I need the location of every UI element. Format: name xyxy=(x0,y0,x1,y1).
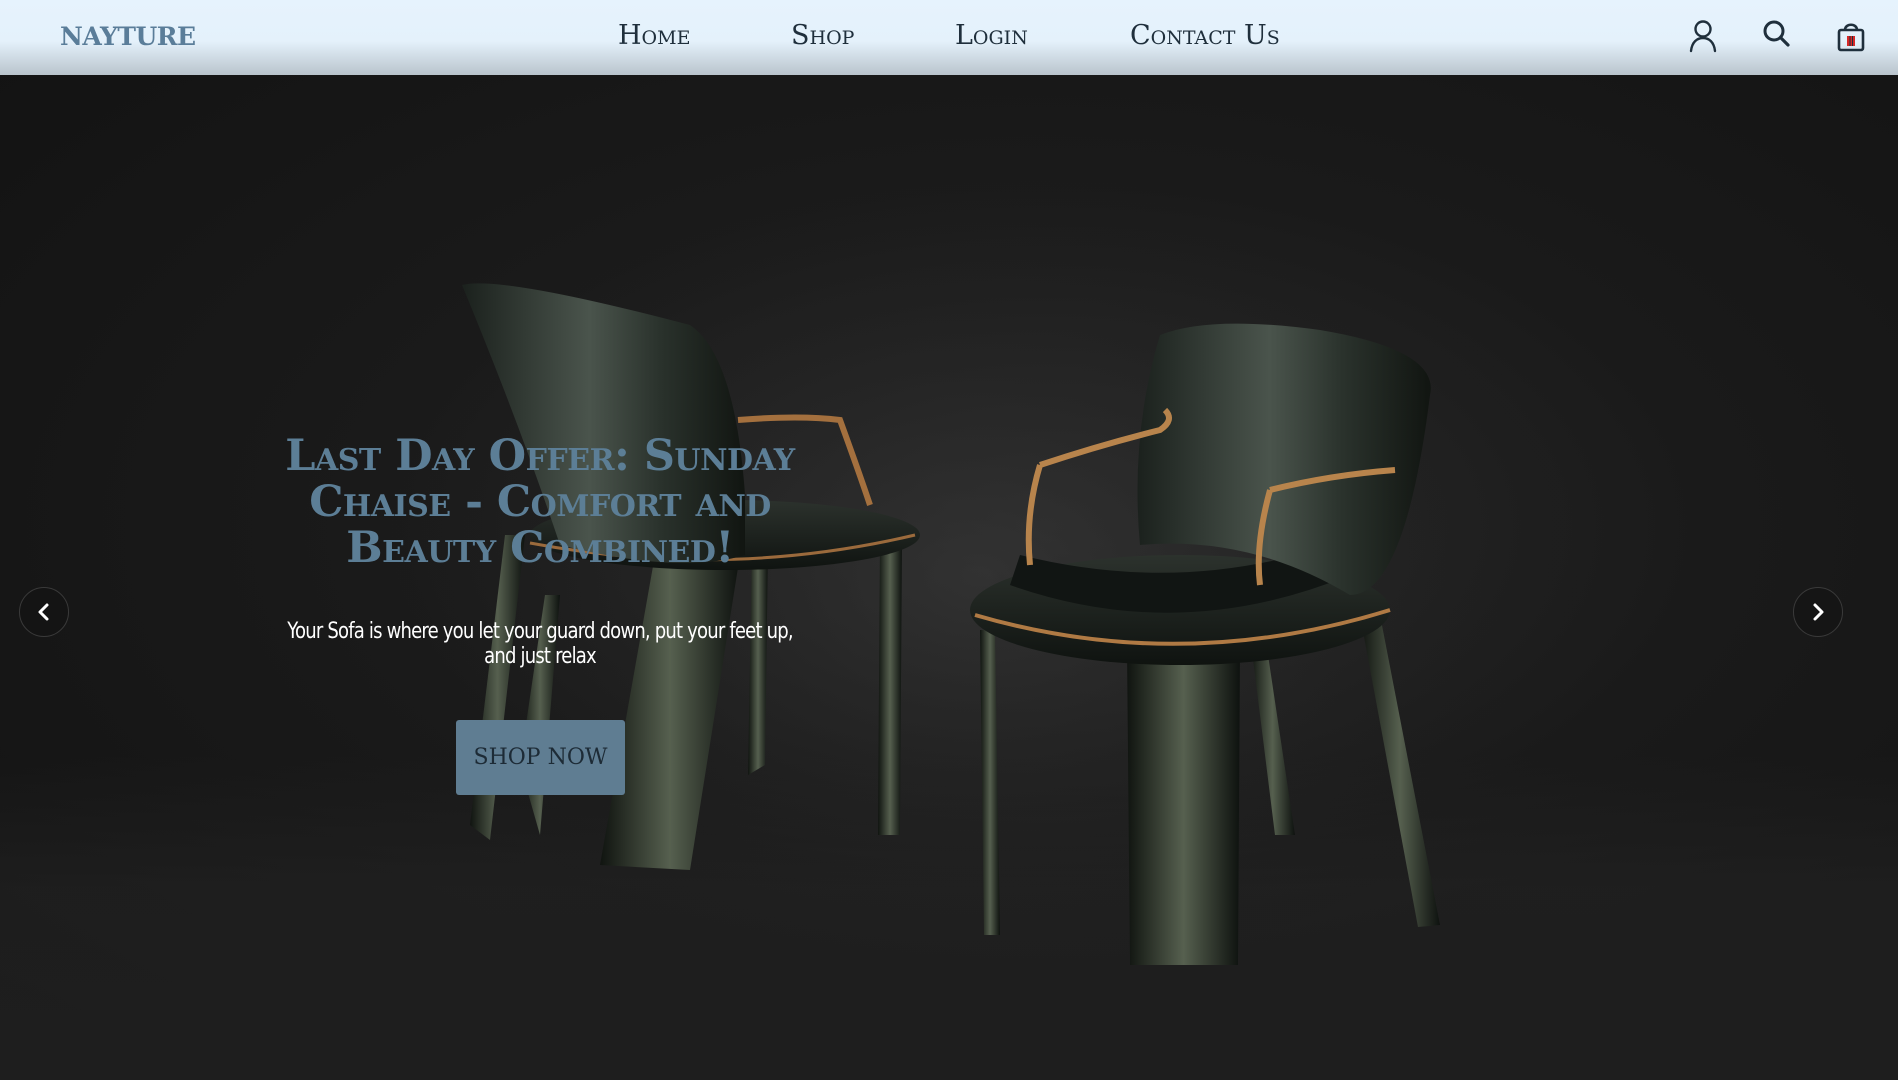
hero-subtitle: Your Sofa is where you let your guard do… xyxy=(287,619,793,669)
main-nav: Home Shop Login Contact Us xyxy=(0,20,1898,60)
hero-carousel: Last Day Offer: Sunday Chaise - Comfort … xyxy=(0,75,1898,1080)
nav-link-shop[interactable]: Shop xyxy=(791,20,854,51)
nav-link-contact[interactable]: Contact Us xyxy=(1130,20,1280,51)
top-navbar: NAYTURE Home Shop Login Contact Us xyxy=(0,0,1898,75)
user-icon[interactable] xyxy=(1683,16,1723,56)
hero-chairs-image xyxy=(360,155,1600,995)
nav-link-login[interactable]: Login xyxy=(955,20,1028,51)
nav-link-home[interactable]: Home xyxy=(618,20,690,51)
chevron-left-icon xyxy=(38,603,49,621)
shopping-bag-icon[interactable] xyxy=(1831,16,1871,56)
shop-now-button[interactable]: SHOP NOW xyxy=(456,720,625,795)
search-icon[interactable] xyxy=(1757,16,1797,56)
chevron-right-icon xyxy=(1813,603,1824,621)
hero-title: Last Day Offer: Sunday Chaise - Comfort … xyxy=(285,431,795,573)
carousel-next-button[interactable] xyxy=(1793,587,1843,637)
carousel-prev-button[interactable] xyxy=(19,587,69,637)
